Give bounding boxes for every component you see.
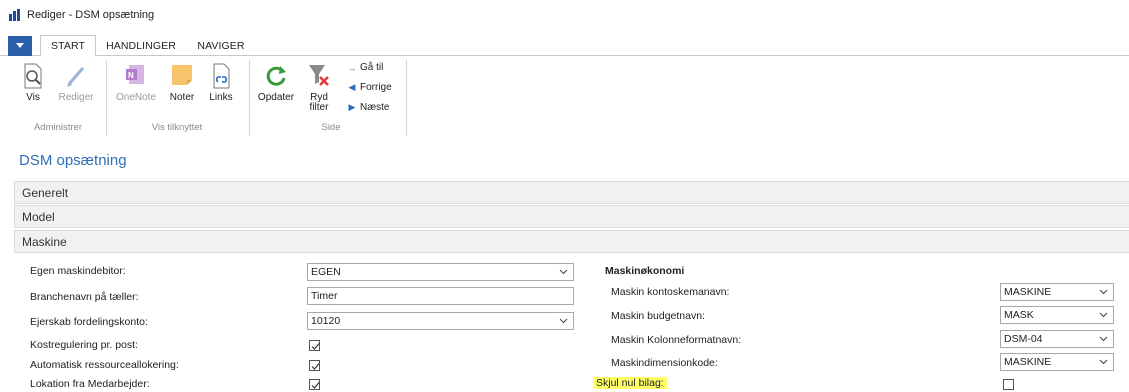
note-icon xyxy=(172,65,192,85)
triangle-left-icon: ◀ xyxy=(348,82,356,92)
gaa-til-button[interactable]: → Gå til xyxy=(347,62,384,73)
pencil-icon xyxy=(67,67,85,87)
ryd-filter-button[interactable]: Ryd filter xyxy=(302,62,336,113)
app-menu-button[interactable] xyxy=(8,36,32,56)
dimensionkode-select[interactable]: MASKINE xyxy=(1000,353,1114,371)
ribbon-divider xyxy=(106,60,107,136)
ryd-filter-label-2: filter xyxy=(309,102,329,113)
auto-ressource-label: Automatisk ressourceallokering: xyxy=(30,359,179,371)
rediger-button[interactable]: Rediger xyxy=(56,62,96,103)
link-document-icon xyxy=(213,63,230,89)
vis-button[interactable]: Vis xyxy=(20,62,46,103)
tab-handlinger[interactable]: HANDLINGER xyxy=(100,35,182,56)
links-label: Links xyxy=(209,92,233,103)
gaa-til-label: Gå til xyxy=(360,62,384,73)
ejerskab-value: 10120 xyxy=(311,315,341,327)
dimensionkode-value: MASKINE xyxy=(1004,356,1052,368)
opdater-button[interactable]: Opdater xyxy=(256,62,296,103)
ejerskab-label: Ejerskab fordelingskonto: xyxy=(30,316,148,328)
kontoskemanavn-label: Maskin kontoskemanavn: xyxy=(611,286,730,298)
kostregulering-label: Kostregulering pr. post: xyxy=(30,339,138,351)
branchenavn-value: Timer xyxy=(311,290,338,302)
refresh-icon xyxy=(266,66,286,86)
naeste-button[interactable]: ▶ Næste xyxy=(347,102,390,113)
egen-maskindebitor-select[interactable]: EGEN xyxy=(307,263,574,281)
naeste-label: Næste xyxy=(360,102,390,113)
chevron-down-icon xyxy=(1099,336,1108,342)
egen-maskindebitor-value: EGEN xyxy=(311,266,341,278)
clear-filter-icon xyxy=(309,65,329,86)
budgetnavn-value: MASK xyxy=(1004,309,1034,321)
dimensionkode-label: Maskindimensionkode: xyxy=(611,357,718,369)
triangle-right-icon: ▶ xyxy=(348,102,356,112)
svg-text:N: N xyxy=(128,71,134,80)
chevron-down-icon xyxy=(559,318,568,324)
kolonneformatnavn-label: Maskin Kolonneformatnavn: xyxy=(611,334,742,346)
skjul-nul-bilag-label: Skjul nul bilag: xyxy=(593,377,667,389)
noter-button[interactable]: Noter xyxy=(166,62,198,103)
kolonneformatnavn-select[interactable]: DSM-04 xyxy=(1000,330,1114,348)
tab-naviger[interactable]: NAVIGER xyxy=(190,35,252,56)
chevron-down-icon xyxy=(559,269,568,275)
egen-maskindebitor-label: Egen maskindebitor: xyxy=(30,265,126,277)
ejerskab-select[interactable]: 10120 xyxy=(307,312,574,330)
checkmark-icon xyxy=(311,343,320,350)
rediger-label: Rediger xyxy=(58,92,94,103)
chevron-down-icon xyxy=(1099,289,1108,295)
links-button[interactable]: Links xyxy=(206,62,236,103)
page-title: DSM opsætning xyxy=(19,152,127,169)
onenote-icon: N xyxy=(126,65,144,84)
fasttab-maskine[interactable]: Maskine xyxy=(14,230,1129,253)
group-vis-tilknyttet: Vis tilknyttet xyxy=(151,122,203,133)
budgetnavn-label: Maskin budgetnavn: xyxy=(611,310,705,322)
checkmark-icon xyxy=(311,382,320,389)
ribbon-tabs: START HANDLINGER NAVIGER xyxy=(0,35,1129,57)
ribbon: Vis Rediger Administrer N OneNote Noter … xyxy=(0,56,408,138)
forrige-label: Forrige xyxy=(360,82,392,93)
kontoskemanavn-value: MASKINE xyxy=(1004,286,1052,298)
ribbon-divider xyxy=(249,60,250,136)
skjul-nul-bilag-checkbox[interactable] xyxy=(1003,379,1014,390)
ribbon-divider xyxy=(406,60,407,136)
onenote-button[interactable]: N OneNote xyxy=(114,62,158,103)
kostregulering-checkbox[interactable] xyxy=(309,340,320,351)
view-document-icon xyxy=(24,63,42,89)
lokation-checkbox[interactable] xyxy=(309,379,320,390)
checkmark-icon xyxy=(311,363,320,370)
vis-label: Vis xyxy=(26,92,40,103)
group-administrer: Administrer xyxy=(33,122,83,133)
arrow-right-icon: → xyxy=(347,62,357,73)
onenote-label: OneNote xyxy=(115,92,157,103)
caret-down-icon xyxy=(16,43,24,48)
fasttab-generelt[interactable]: Generelt xyxy=(14,181,1129,204)
branchenavn-input[interactable]: Timer xyxy=(307,287,574,305)
maskinokonomi-heading: Maskinøkonomi xyxy=(605,265,685,277)
chevron-down-icon xyxy=(1099,359,1108,365)
lokation-label: Lokation fra Medarbejder: xyxy=(30,378,150,390)
opdater-label: Opdater xyxy=(257,92,295,103)
chevron-down-icon xyxy=(1099,312,1108,318)
title-bar: Rediger - DSM opsætning xyxy=(0,0,1129,30)
noter-label: Noter xyxy=(169,92,195,103)
auto-ressource-checkbox[interactable] xyxy=(309,360,320,371)
kolonneformatnavn-value: DSM-04 xyxy=(1004,333,1043,345)
branchenavn-label: Branchenavn på tæller: xyxy=(30,291,139,303)
fasttab-model[interactable]: Model xyxy=(14,205,1129,228)
tab-start[interactable]: START xyxy=(40,35,96,57)
window-title: Rediger - DSM opsætning xyxy=(27,9,155,21)
kontoskemanavn-select[interactable]: MASKINE xyxy=(1000,283,1114,301)
budgetnavn-select[interactable]: MASK xyxy=(1000,306,1114,324)
group-side: Side xyxy=(321,122,341,133)
app-logo-icon xyxy=(8,8,22,22)
forrige-button[interactable]: ◀ Forrige xyxy=(347,82,392,93)
